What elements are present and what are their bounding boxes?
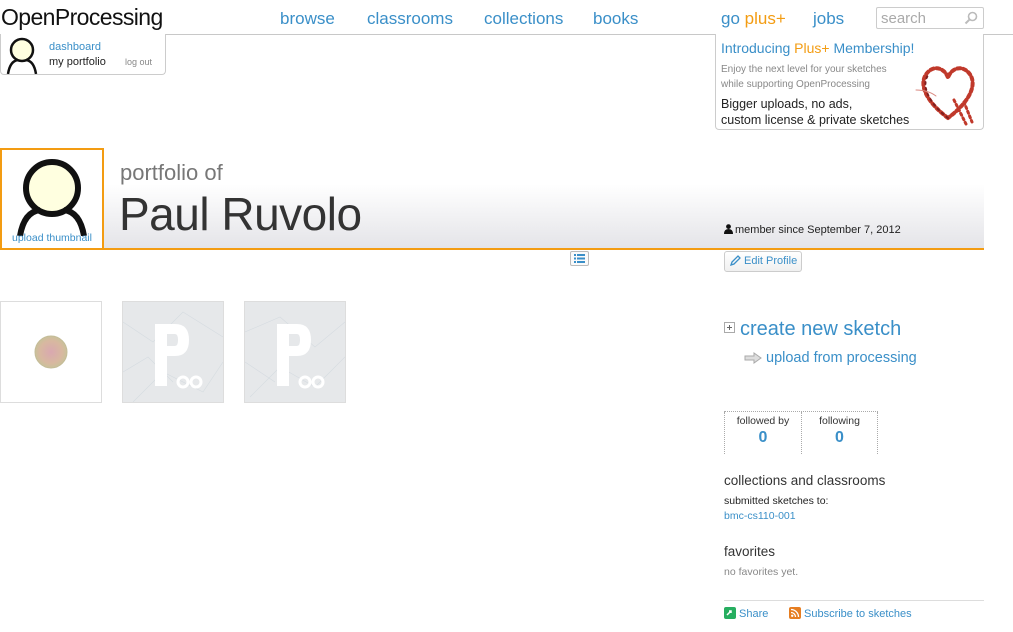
member-since: member since September 7, 2012 (724, 224, 901, 236)
search-input[interactable] (881, 9, 963, 27)
favorites-title: favorites (724, 544, 776, 559)
upload-from-processing-link[interactable]: upload from processing (744, 350, 917, 366)
arrow-right-icon (744, 352, 762, 364)
processing-logo-icon (123, 311, 223, 402)
processing-logo-icon (245, 316, 345, 398)
promo-sub-line1: Enjoy the next level for your sketches (721, 64, 887, 75)
subscribe-link[interactable]: Subscribe to sketches (789, 607, 912, 620)
nav-go-plus[interactable]: go plus+ (721, 9, 786, 29)
nav-go-label: go (721, 9, 740, 28)
heart-illustration-icon (915, 66, 975, 126)
sketch-preview-image (34, 335, 68, 369)
create-new-sketch-label: create new sketch (740, 318, 902, 340)
plus-box-icon (724, 322, 735, 333)
following-count: 0 (835, 429, 844, 446)
promo-title: Introducing Plus+ Membership! (721, 40, 914, 56)
my-portfolio-link[interactable]: my portfolio (49, 56, 106, 68)
sketch-placeholder-thumbnail[interactable] (122, 301, 224, 403)
promo-feature-line2: custom license & private sketches (721, 113, 910, 127)
divider (724, 600, 984, 601)
following-label: following (819, 415, 860, 427)
nav-collections[interactable]: collections (484, 9, 563, 29)
person-icon (724, 224, 733, 234)
search-box (876, 7, 984, 29)
promo-features: Bigger uploads, no ads, custom license &… (721, 96, 909, 128)
nav-books[interactable]: books (593, 9, 638, 29)
followed-by-stat[interactable]: followed by 0 (724, 412, 801, 454)
plus-promo-banner[interactable]: Introducing Plus+ Membership! Enjoy the … (715, 34, 984, 130)
upload-from-processing-label: upload from processing (766, 350, 917, 366)
nav-jobs[interactable]: jobs (813, 9, 844, 29)
rss-icon (789, 607, 801, 619)
promo-title-pre: Introducing (721, 40, 791, 56)
nav-classrooms[interactable]: classrooms (367, 9, 453, 29)
profile-avatar-icon (17, 159, 87, 236)
sketch-placeholder-thumbnail[interactable] (244, 301, 346, 403)
list-view-toggle[interactable] (570, 251, 589, 266)
log-out-link[interactable]: log out (125, 57, 152, 67)
classroom-link[interactable]: bmc-cs110-001 (724, 510, 796, 522)
pencil-icon (729, 255, 741, 267)
banner-divider (0, 248, 984, 250)
promo-title-post: Membership! (833, 40, 915, 56)
sketch-thumbnail[interactable] (0, 301, 102, 403)
promo-title-plus: Plus+ (794, 40, 830, 56)
create-new-sketch-link[interactable]: create new sketch (724, 318, 901, 341)
followed-by-label: followed by (736, 415, 790, 427)
promo-sub-line2: while supporting OpenProcessing (721, 79, 870, 90)
nav-plus-label: plus+ (744, 9, 786, 28)
top-header: OpenProcessing browse classrooms collect… (0, 0, 1013, 35)
share-label: Share (739, 608, 769, 620)
follow-stats: followed by 0 following 0 (724, 411, 878, 454)
collections-title: collections and classrooms (724, 473, 886, 488)
edit-profile-button[interactable]: Edit Profile (724, 251, 802, 272)
upload-thumbnail-link[interactable]: upload thumbnail (2, 232, 102, 244)
search-icon[interactable] (964, 11, 978, 25)
member-since-text: member since September 7, 2012 (735, 224, 901, 236)
profile-thumbnail[interactable]: upload thumbnail (0, 148, 104, 250)
site-logo[interactable]: OpenProcessing (1, 4, 163, 31)
list-view-icon (574, 254, 585, 263)
user-avatar-icon[interactable] (5, 36, 39, 74)
portfolio-of-label: portfolio of (120, 160, 223, 185)
dashboard-link[interactable]: dashboard (49, 41, 101, 53)
submitted-to-label: submitted sketches to: (724, 495, 829, 507)
following-stat[interactable]: following 0 (801, 412, 878, 454)
share-icon (724, 607, 736, 619)
no-favorites-text: no favorites yet. (724, 566, 799, 578)
edit-profile-label: Edit Profile (744, 255, 798, 267)
followed-by-count: 0 (758, 429, 768, 446)
user-panel: dashboard my portfolio log out (0, 34, 166, 75)
promo-feature-line1: Bigger uploads, no ads, (721, 97, 853, 111)
share-link[interactable]: Share (724, 607, 768, 620)
promo-subtitle: Enjoy the next level for your sketches w… (721, 62, 887, 92)
subscribe-label: Subscribe to sketches (804, 608, 912, 620)
profile-name: Paul Ruvolo (119, 188, 362, 240)
nav-browse[interactable]: browse (280, 9, 335, 29)
